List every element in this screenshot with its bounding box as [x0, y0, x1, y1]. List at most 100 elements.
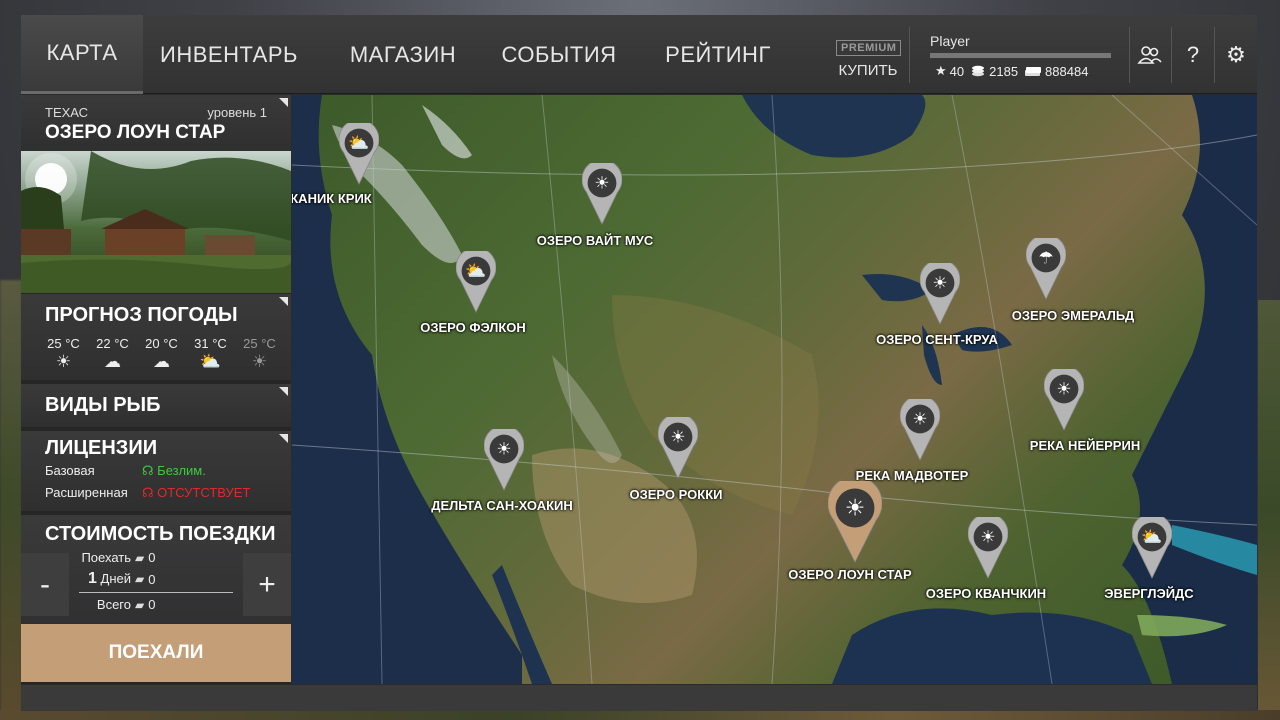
rain-icon: ☂: [1025, 234, 1067, 300]
forecast-day: 20 °C ☁: [137, 336, 186, 372]
decrease-days-button[interactable]: -: [21, 553, 69, 616]
cost-total-label: Всего: [96, 597, 131, 612]
tab-rating[interactable]: РЕЙТИНГ: [654, 15, 782, 94]
background-foliage-right: [1258, 300, 1280, 720]
cash-icon: ▰: [135, 572, 145, 586]
world-map[interactable]: ⛅ КАНИК КРИК ☀ ОЗЕРО ВАЙТ МУС ⛅ ОЗЕРО ФЭЛКОН ☀…: [292, 95, 1257, 684]
sun-icon: ☀: [919, 259, 961, 325]
cash-icon: ▰: [135, 550, 145, 565]
cost-days-row: 1 Дней ▰ 0: [79, 570, 155, 588]
weather-forecast-section[interactable]: ПРОГНОЗ ПОГОДЫ 25 °C ☀ 22 °C ☁ 20 °C ☁ 31 °C ⛅ 2…: [21, 294, 291, 380]
license-basic-value: Безлим.: [157, 463, 206, 478]
sun-icon: ☀: [899, 395, 941, 461]
forecast-day: 22 °C ☁: [88, 336, 137, 372]
map-pin[interactable]: ☀: [967, 513, 1009, 579]
forecast-temp: 31 °C: [194, 336, 227, 351]
map-pin[interactable]: ☀: [1043, 365, 1085, 431]
forecast-day: 25 °C ☀: [235, 336, 284, 372]
svg-text:☀: ☀: [496, 440, 511, 460]
map-pin-label[interactable]: ОЗЕРО ЛОУН СТАР: [788, 567, 911, 582]
map-pin-label[interactable]: ОЗЕРО КВАНЧКИН: [926, 586, 1046, 601]
divider: [1129, 27, 1130, 83]
map-pin[interactable]: ⛅: [338, 119, 380, 185]
location-region: ТЕХАС: [45, 105, 89, 120]
cost-days-value: 0: [148, 571, 156, 587]
increase-days-button[interactable]: +: [243, 553, 291, 616]
settings-button[interactable]: ⚙: [1219, 36, 1253, 74]
svg-text:⛅: ⛅: [1141, 528, 1162, 548]
svg-text:☀: ☀: [1056, 380, 1071, 400]
premium-badge: PREMIUM: [836, 40, 902, 56]
question-icon: ?: [1186, 42, 1200, 67]
forecast-temp: 25 °C: [47, 336, 80, 351]
map-pin[interactable]: ☀: [919, 259, 961, 325]
map-pin[interactable]: ☀: [827, 475, 883, 563]
go-fishing-button[interactable]: ПОЕХАЛИ: [21, 624, 291, 682]
stars-stat: ★ 40: [935, 63, 964, 79]
friends-button[interactable]: [1133, 36, 1167, 74]
licenses-section[interactable]: ЛИЦЕНЗИИ Базовая ☊ Безлим. Расширенная ☊…: [21, 431, 291, 511]
map-pin-label[interactable]: КАНИК КРИК: [292, 191, 372, 206]
divider: [1171, 27, 1172, 83]
cost-go-value: 0: [148, 550, 156, 565]
svg-text:☀: ☀: [845, 496, 866, 522]
cloud-icon: ☁: [153, 352, 170, 371]
player-name: Player: [930, 33, 970, 49]
map-pin-label[interactable]: ОЗЕРО РОККИ: [630, 487, 723, 502]
map-pin[interactable]: ☀: [483, 425, 525, 491]
svg-text:☀: ☀: [670, 428, 685, 448]
tab-inventory[interactable]: ИНВЕНТАРЬ: [154, 15, 304, 94]
background-foliage-left: [0, 280, 22, 720]
cost-go-row: Поехать ▰ 0: [79, 550, 155, 565]
coins-stat: 2185: [970, 64, 1018, 79]
map-pin[interactable]: ☀: [657, 413, 699, 479]
xp-progress-bar: [930, 53, 1111, 58]
forecast-temp: 22 °C: [96, 336, 129, 351]
sun-icon: ☀: [967, 513, 1009, 579]
expand-corner-icon: [279, 297, 288, 306]
premium-buy-button[interactable]: PREMIUM КУПИТЬ: [836, 38, 902, 86]
cost-divider: [79, 592, 233, 593]
tab-shop[interactable]: МАГАЗИН: [339, 15, 467, 94]
lock-open-icon: ☊: [142, 463, 154, 478]
sun-icon: ☀: [1043, 365, 1085, 431]
trip-cost-section: СТОИМОСТЬ ПОЕЗДКИ - + Поехать ▰ 0 1 Дней…: [21, 515, 291, 638]
map-pin-label[interactable]: РЕКА НЕЙЕРРИН: [1030, 438, 1140, 453]
tab-map[interactable]: КАРТА: [21, 15, 143, 94]
svg-text:☂: ☂: [1038, 249, 1053, 269]
location-header[interactable]: ТЕХАС уровень 1 ОЗЕРО ЛОУН СТАР: [21, 95, 291, 151]
cash-value: 888484: [1045, 63, 1089, 79]
partly-cloudy-icon: ⛅: [1131, 513, 1173, 579]
location-name: ОЗЕРО ЛОУН СТАР: [45, 122, 226, 143]
map-pin[interactable]: ⛅: [1131, 513, 1173, 579]
sun-icon: ☀: [657, 413, 699, 479]
game-window: КАРТА ИНВЕНТАРЬ МАГАЗИН СОБЫТИЯ РЕЙТИНГ …: [21, 15, 1257, 711]
map-pin-label[interactable]: ОЗЕРО ЭМЕРАЛЬД: [1012, 308, 1135, 323]
expand-corner-icon: [279, 387, 288, 396]
sun-icon: ☀: [581, 159, 623, 225]
map-pin[interactable]: ⛅: [455, 247, 497, 313]
cost-total-row: Всего ▰ 0: [79, 597, 156, 612]
coins-value: 2185: [989, 63, 1019, 79]
help-button[interactable]: ?: [1176, 36, 1210, 74]
map-pin[interactable]: ☀: [581, 159, 623, 225]
map-pin[interactable]: ☂: [1025, 234, 1067, 300]
map-pin-label[interactable]: ДЕЛЬТА САН-ХОАКИН: [431, 498, 573, 513]
map-pin-label[interactable]: ЭВЕРГЛЭЙДС: [1104, 586, 1193, 601]
svg-text:☀: ☀: [980, 528, 995, 548]
map-pin-label[interactable]: ОЗЕРО ВАЙТ МУС: [537, 233, 653, 248]
map-pin-label[interactable]: ОЗЕРО СЕНТ-КРУА: [876, 332, 998, 347]
star-icon: ★: [935, 63, 947, 78]
licenses-title: ЛИЦЕНЗИИ: [45, 437, 158, 459]
tab-events[interactable]: СОБЫТИЯ: [495, 15, 623, 94]
partly-cloudy-icon: ⛅: [199, 352, 222, 371]
fish-species-section[interactable]: ВИДЫ РЫБ: [21, 384, 291, 427]
license-basic-status: ☊ Безлим.: [142, 463, 206, 479]
expand-corner-icon: [279, 434, 288, 443]
lock-closed-icon: ☊: [142, 485, 154, 500]
divider: [909, 27, 910, 83]
map-pin-label[interactable]: ОЗЕРО ФЭЛКОН: [420, 320, 526, 335]
map-pin[interactable]: ☀: [899, 395, 941, 461]
location-preview-image: [21, 151, 291, 293]
bottom-status-strip: [21, 685, 1257, 711]
